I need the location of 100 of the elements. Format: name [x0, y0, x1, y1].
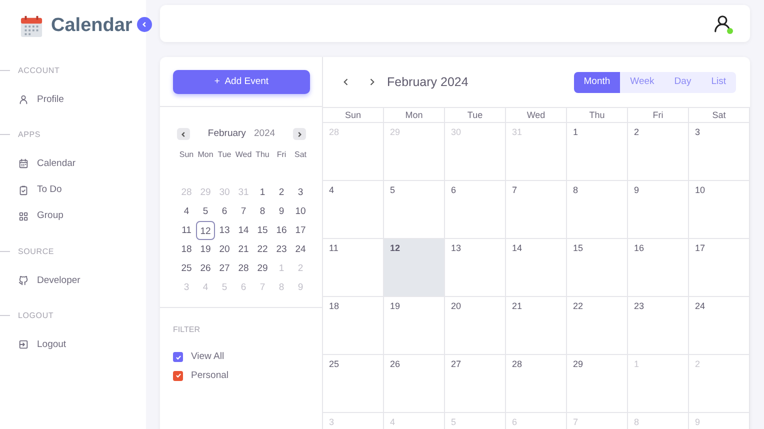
sidebar-item[interactable]: Profile — [0, 86, 146, 113]
date-cell[interactable]: 17 — [291, 221, 310, 240]
date-cell[interactable]: 11 — [177, 221, 196, 240]
date-cell[interactable]: 20 — [215, 240, 234, 260]
brand-title: Calendar — [51, 14, 132, 38]
day-cell[interactable]: 25 — [323, 355, 384, 413]
date-cell[interactable]: 25 — [177, 259, 196, 278]
day-cell[interactable]: 19 — [384, 297, 445, 355]
weekday-header: Fri — [628, 107, 689, 123]
day-cell[interactable]: 22 — [567, 297, 628, 355]
date-cell[interactable]: 10 — [291, 202, 310, 222]
day-cell[interactable]: 8 — [567, 181, 628, 239]
weekday-label: Sat — [293, 149, 308, 162]
date-cell[interactable]: 15 — [253, 221, 272, 240]
sidebar-item[interactable]: To Do — [0, 177, 146, 204]
day-cell[interactable]: 13 — [445, 239, 506, 297]
next-month-button[interactable] — [293, 128, 306, 140]
day-cell[interactable]: 10 — [689, 181, 750, 239]
date-cell[interactable]: 21 — [234, 240, 253, 260]
weekday-label: Sun — [178, 149, 195, 162]
chevron-left-icon — [180, 130, 187, 138]
person-icon — [18, 94, 29, 106]
filter-label: View All — [191, 350, 224, 364]
date-cell[interactable]: 6 — [215, 202, 234, 222]
day-cell[interactable]: 21 — [506, 297, 567, 355]
calendar-logo-icon — [20, 14, 43, 38]
date-cell[interactable]: 8 — [253, 202, 272, 222]
day-cell[interactable]: 20 — [445, 297, 506, 355]
day-cell[interactable]: 17 — [689, 239, 750, 297]
section-heading: SOURCE — [18, 246, 54, 258]
date-cell[interactable]: 28 — [234, 259, 253, 278]
filter-checkbox[interactable]: View All — [173, 350, 309, 364]
sidebar-item[interactable]: Calendar — [0, 150, 146, 177]
date-cell[interactable]: 23 — [272, 240, 291, 260]
filter-checkbox[interactable]: Personal — [173, 368, 309, 383]
sidebar-item[interactable]: Developer — [0, 268, 146, 294]
day-cell[interactable]: 12 — [384, 239, 445, 297]
weekday-label: Fri — [276, 149, 288, 162]
date-cell[interactable]: 19 — [196, 240, 215, 260]
weekday-header: Sun — [323, 107, 384, 123]
logout-icon — [18, 339, 29, 350]
day-cell[interactable]: 14 — [506, 239, 567, 297]
weekday-header: Mon — [384, 107, 445, 123]
date-cell[interactable]: 16 — [272, 221, 291, 240]
day-cell[interactable]: 2 — [628, 123, 689, 181]
day-cell[interactable]: 9 — [628, 181, 689, 239]
filter-label: Personal — [191, 368, 228, 382]
day-cell[interactable]: 7 — [506, 181, 567, 239]
day-cell[interactable]: 15 — [567, 239, 628, 297]
date-cell[interactable]: 14 — [234, 221, 253, 240]
weekday-header: Sat — [689, 107, 750, 123]
chevron-right-icon — [296, 130, 303, 138]
day-cell[interactable]: 23 — [628, 297, 689, 355]
date-cell[interactable]: 29 — [253, 259, 272, 278]
date-cell[interactable]: 27 — [215, 259, 234, 278]
section-heading: LOGOUT — [18, 310, 54, 322]
weekday-label: Tue — [216, 149, 232, 162]
day-cell[interactable]: 26 — [384, 355, 445, 413]
date-cell[interactable]: 5 — [196, 202, 215, 222]
day-cell[interactable]: 3 — [689, 123, 750, 181]
day-cell[interactable]: 28 — [506, 355, 567, 413]
sidebar-item[interactable]: Group — [0, 203, 146, 230]
date-cell[interactable]: 2 — [272, 183, 291, 202]
collapse-button[interactable] — [137, 17, 152, 32]
filter-heading: FILTER — [173, 324, 201, 336]
weekday-label: Mon — [196, 149, 214, 162]
date-cell[interactable]: 26 — [196, 259, 215, 278]
date-cell[interactable]: 3 — [291, 183, 310, 202]
day-cell[interactable]: 27 — [445, 355, 506, 413]
year-label: 2024 — [254, 127, 276, 141]
date-cell[interactable]: 9 — [272, 202, 291, 222]
sidebar-item[interactable]: Logout — [0, 332, 146, 358]
grid-icon — [18, 210, 29, 222]
date-cell[interactable]: 1 — [253, 183, 272, 202]
day-cell[interactable]: 24 — [689, 297, 750, 355]
day-cell[interactable]: 6 — [445, 181, 506, 239]
day-cell[interactable]: 1 — [567, 123, 628, 181]
date-cell[interactable]: 4 — [177, 202, 196, 222]
day-cell[interactable]: 29 — [567, 355, 628, 413]
calendar-icon — [18, 158, 29, 170]
weekday-label: Wed — [234, 149, 253, 162]
day-cell[interactable]: 16 — [628, 239, 689, 297]
calendar-title: February 2024 — [387, 74, 468, 91]
weekday-header: Wed — [506, 107, 567, 123]
chevron-left-icon — [141, 21, 148, 28]
date-cell[interactable]: 13 — [215, 221, 234, 240]
date-cell[interactable]: 18 — [177, 240, 196, 260]
date-cell[interactable]: 22 — [253, 240, 272, 260]
date-cell[interactable]: 24 — [291, 240, 310, 260]
date-cell[interactable]: 12 — [196, 221, 215, 240]
day-cell[interactable]: 18 — [323, 297, 384, 355]
day-cell[interactable]: 4 — [323, 181, 384, 239]
view-tab[interactable]: Month — [574, 72, 620, 92]
date-cell[interactable]: 7 — [234, 202, 253, 222]
weekday-label: Thu — [254, 149, 270, 162]
checklist-icon — [18, 184, 29, 196]
previous-month-button[interactable] — [177, 128, 190, 140]
user-avatar-button[interactable] — [713, 14, 732, 33]
weekday-header: Thu — [567, 107, 628, 123]
add-event-button[interactable]: + Add Event — [173, 70, 310, 94]
